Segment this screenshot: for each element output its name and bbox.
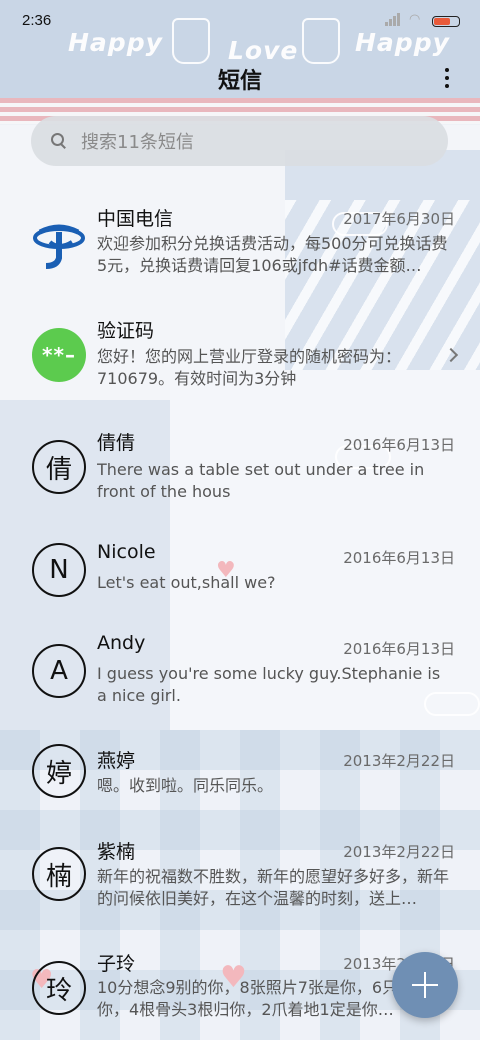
- conversation-preview: I guess you're some lucky guy.Stephanie …: [97, 664, 441, 705]
- conversation-preview: Let's eat out,shall we?: [97, 573, 276, 592]
- conversation-name: 燕婷: [97, 750, 136, 772]
- conversation-name: Nicole: [97, 541, 156, 563]
- avatar: N: [32, 543, 86, 597]
- conversation-date: 2013年2月22日: [343, 843, 455, 861]
- status-bar: 2:36 ◠: [0, 0, 480, 40]
- page-title: 短信: [217, 69, 262, 94]
- more-options-button[interactable]: [436, 66, 458, 90]
- conversation-name: Andy: [97, 632, 146, 654]
- avatar: 玲: [32, 961, 86, 1015]
- conversation-date: 2013年2月22日: [343, 752, 455, 770]
- conversation-preview: 欢迎参加积分兑换话费活动，每500分可兑换话费5元，兑换话费请回复106或jfd…: [97, 234, 448, 275]
- conversation-preview: 嗯。收到啦。同乐同乐。: [97, 776, 274, 795]
- avatar: 楠: [32, 847, 86, 901]
- plus-icon: [412, 972, 438, 998]
- avatar: 倩: [32, 440, 86, 494]
- search-placeholder: 搜索11条短信: [81, 132, 194, 153]
- conversation-item-qianqian[interactable]: 倩 倩倩 2016年6月13日 There was a table set ou…: [0, 424, 480, 524]
- search-input[interactable]: 搜索11条短信: [31, 116, 448, 166]
- avatar: **–: [32, 328, 86, 382]
- conversation-date: 2016年6月13日: [343, 640, 455, 658]
- china-telecom-logo-icon: [32, 218, 86, 272]
- conversation-name: 紫楠: [97, 841, 136, 863]
- avatar: 婷: [32, 744, 86, 798]
- battery-icon: [432, 16, 460, 27]
- conversation-item-china-telecom[interactable]: 中国电信 2017年6月30日 欢迎参加积分兑换话费活动，每500分可兑换话费5…: [0, 196, 480, 300]
- new-message-button[interactable]: [392, 952, 458, 1018]
- conversation-item-zinan[interactable]: 楠 紫楠 2013年2月22日 新年的祝福数不胜数，新年的愿望好多好多，新年的问…: [0, 831, 480, 941]
- conversation-item-andy[interactable]: A Andy 2016年6月13日 I guess you're some lu…: [0, 628, 480, 728]
- conversation-preview: 您好！您的网上营业厅登录的随机密码为：710679。有效时间为3分钟: [97, 347, 402, 388]
- conversation-name: 子玲: [97, 953, 136, 975]
- signal-icon: [385, 13, 403, 26]
- conversation-name: 验证码: [97, 320, 155, 342]
- conversation-name: 倩倩: [97, 432, 136, 454]
- conversation-date: 2017年6月30日: [343, 210, 455, 228]
- conversation-item-verification-code[interactable]: **– 验证码 您好！您的网上营业厅登录的随机密码为：710679。有效时间为3…: [0, 310, 480, 410]
- conversation-preview: 新年的祝福数不胜数，新年的愿望好多好多，新年的问候依旧美好，在这个温馨的时刻，送…: [97, 867, 450, 908]
- conversation-date: 2016年6月13日: [343, 549, 455, 567]
- conversation-preview: There was a table set out under a tree i…: [97, 460, 425, 501]
- conversation-item-yanting[interactable]: 婷 燕婷 2013年2月22日 嗯。收到啦。同乐同乐。: [0, 740, 480, 830]
- wifi-icon: ◠: [409, 12, 421, 27]
- more-vertical-icon: [445, 68, 449, 72]
- conversation-item-nicole[interactable]: N Nicole 2016年6月13日 Let's eat out,shall …: [0, 537, 480, 627]
- conversation-date: 2016年6月13日: [343, 436, 455, 454]
- conversation-name: 中国电信: [97, 208, 174, 230]
- avatar: A: [32, 644, 86, 698]
- search-icon: [51, 133, 67, 149]
- status-time: 2:36: [22, 12, 52, 29]
